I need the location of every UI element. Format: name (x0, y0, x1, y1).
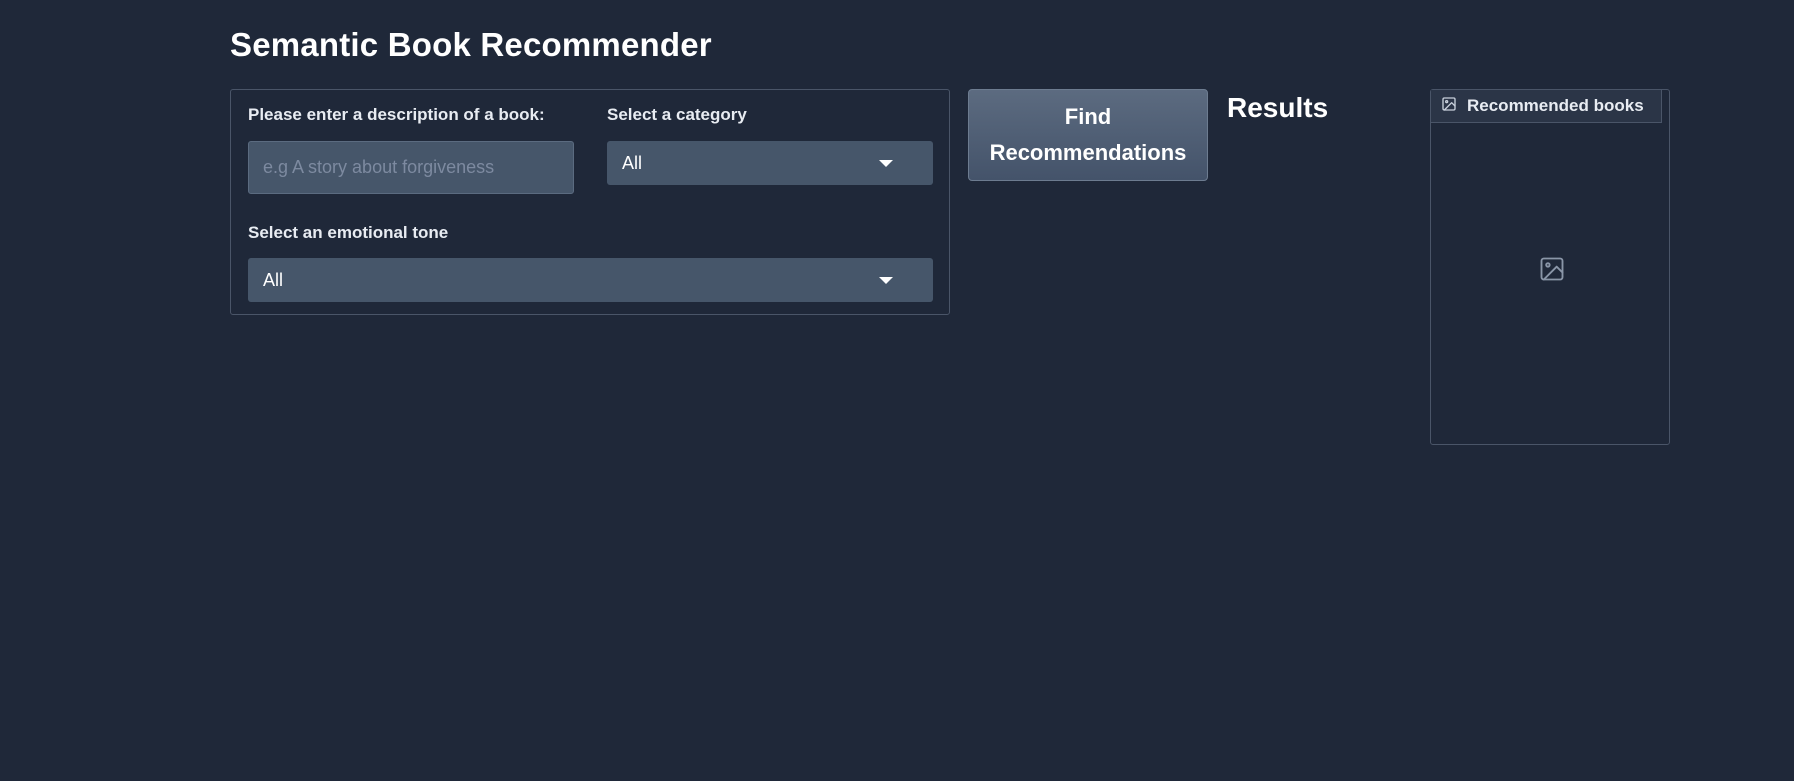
image-placeholder-icon (1538, 255, 1566, 288)
input-panel: Please enter a description of a book: Se… (230, 89, 950, 315)
tone-selected-value: All (263, 269, 284, 290)
category-selected-value: All (622, 152, 643, 173)
chevron-down-icon (879, 276, 893, 284)
tone-dropdown[interactable]: All (248, 258, 933, 302)
find-recommendations-button[interactable]: Find Recommendations (968, 89, 1208, 181)
page-title: Semantic Book Recommender (230, 26, 712, 63)
tone-label: Select an emotional tone (248, 223, 449, 242)
image-icon (1441, 96, 1457, 117)
results-heading: Results (1227, 92, 1329, 123)
gallery-label: Recommended books (1467, 96, 1644, 115)
gallery-header: Recommended books (1431, 90, 1662, 123)
category-label: Select a category (607, 105, 747, 124)
description-input[interactable] (248, 141, 574, 194)
category-dropdown[interactable]: All (607, 141, 933, 185)
chevron-down-icon (879, 159, 893, 167)
description-label: Please enter a description of a book: (248, 105, 545, 124)
recommended-books-gallery[interactable]: Recommended books (1430, 89, 1670, 445)
